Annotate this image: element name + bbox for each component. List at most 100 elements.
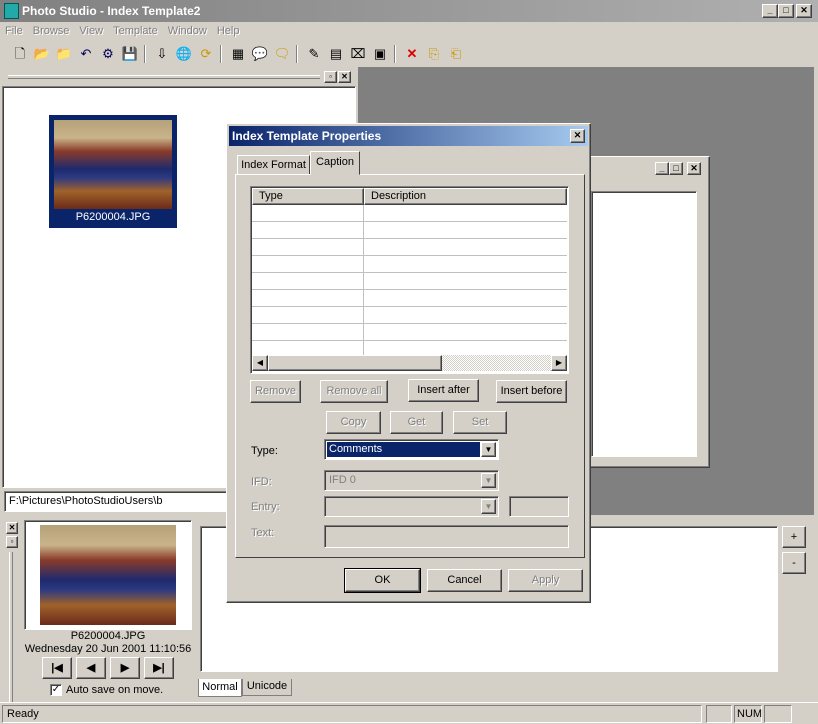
- column-header-type-label: Type: [259, 190, 283, 202]
- type-dropdown[interactable]: Comments ▼: [324, 439, 499, 460]
- cancel-button[interactable]: Cancel: [427, 569, 502, 592]
- restore-pane-button[interactable]: ▫: [324, 71, 337, 83]
- paste-icon[interactable]: ⎗: [446, 44, 466, 64]
- scroll-thumb[interactable]: [268, 355, 442, 371]
- menu-help[interactable]: Help: [212, 22, 245, 40]
- app-icon: [4, 3, 19, 19]
- preview-filename: P6200004.JPG: [70, 630, 146, 642]
- copy-icon[interactable]: ⎘: [424, 44, 444, 64]
- table-row[interactable]: [252, 290, 567, 307]
- chevron-down-icon[interactable]: ▼: [481, 442, 496, 457]
- first-image-button[interactable]: |◀: [42, 657, 72, 679]
- caption-icon[interactable]: 💬: [250, 44, 270, 64]
- column-header-description[interactable]: Description: [364, 188, 567, 205]
- tab-caption[interactable]: Caption: [310, 151, 360, 175]
- menu-template[interactable]: Template: [108, 22, 163, 40]
- preview-gripper[interactable]: [9, 552, 13, 702]
- monitor-icon[interactable]: ▣: [370, 44, 390, 64]
- grid-icon[interactable]: ▦: [228, 44, 248, 64]
- ifd-label: IFD:: [251, 476, 272, 488]
- child-minimize-button[interactable]: _: [655, 162, 669, 175]
- table-row[interactable]: [252, 222, 567, 239]
- previous-image-button[interactable]: ◀: [76, 657, 106, 679]
- entry-label: Entry:: [251, 501, 280, 513]
- column-header-type[interactable]: Type: [252, 188, 364, 205]
- text-field[interactable]: [324, 525, 569, 548]
- comments-icon[interactable]: 🗨: [272, 44, 292, 64]
- ifd-dropdown-value: IFD 0: [329, 474, 356, 486]
- pen-icon[interactable]: ✎: [304, 44, 324, 64]
- insert-after-button[interactable]: Insert after: [408, 379, 479, 402]
- zoom-out-button[interactable]: -: [782, 552, 806, 574]
- delete-icon[interactable]: ✕: [402, 44, 422, 64]
- table-row[interactable]: [252, 239, 567, 256]
- settings-icon[interactable]: ⚙: [98, 44, 118, 64]
- ok-button[interactable]: OK: [344, 568, 421, 593]
- entry-dropdown[interactable]: ▼: [324, 496, 499, 517]
- insert-before-button[interactable]: Insert before: [496, 380, 567, 403]
- entry-extra-field[interactable]: [509, 496, 569, 517]
- table-row[interactable]: [252, 205, 567, 222]
- ifd-dropdown[interactable]: IFD 0 ▼: [324, 470, 499, 491]
- child-maximize-button[interactable]: □: [669, 162, 683, 175]
- last-image-button[interactable]: ▶|: [144, 657, 174, 679]
- zoom-in-button[interactable]: +: [782, 526, 806, 548]
- template-child-window[interactable]: _ □ ✕: [580, 156, 710, 468]
- chevron-down-icon[interactable]: ▼: [481, 499, 496, 514]
- close-pane-button[interactable]: ✕: [338, 71, 351, 83]
- child-close-button[interactable]: ✕: [687, 162, 701, 175]
- app-title-bar: Photo Studio - Index Template2: [0, 0, 818, 22]
- caption-fields-table: Type Description ◀ ▶: [250, 186, 569, 374]
- thumbnail-item[interactable]: P6200004.JPG: [49, 115, 177, 228]
- scroll-right-button[interactable]: ▶: [551, 355, 567, 371]
- table-row[interactable]: [252, 256, 567, 273]
- autosave-checkbox[interactable]: ✓: [50, 684, 62, 696]
- tab-index-format[interactable]: Index Format: [237, 155, 310, 175]
- table-body[interactable]: [252, 205, 567, 358]
- close-button[interactable]: ✕: [796, 4, 812, 18]
- chevron-down-icon[interactable]: ▼: [481, 473, 496, 488]
- save-icon[interactable]: 💾: [120, 44, 140, 64]
- autosave-label: Auto save on move.: [66, 684, 164, 696]
- slideshow-icon[interactable]: ⌧: [348, 44, 368, 64]
- copy-button[interactable]: Copy: [326, 411, 381, 434]
- scroll-left-button[interactable]: ◀: [252, 355, 268, 371]
- menu-file[interactable]: File: [0, 22, 28, 40]
- undo-icon[interactable]: ↶: [76, 44, 96, 64]
- horizontal-scrollbar[interactable]: ◀ ▶: [252, 355, 567, 371]
- remove-all-button[interactable]: Remove all: [320, 380, 388, 403]
- type-dropdown-value: Comments: [327, 442, 480, 457]
- maximize-button[interactable]: □: [778, 4, 794, 18]
- menu-bar: File Browse View Template Window Help: [0, 22, 818, 41]
- apply-button[interactable]: Apply: [508, 569, 583, 592]
- globe-icon[interactable]: 🌐: [174, 44, 194, 64]
- preview-image-frame: [24, 520, 192, 630]
- open-image-icon[interactable]: 📁: [54, 44, 74, 64]
- preview-datetime: Wednesday 20 Jun 2001 11:10:56: [24, 643, 192, 655]
- set-button[interactable]: Set: [453, 411, 507, 434]
- table-row[interactable]: [252, 307, 567, 324]
- menu-window[interactable]: Window: [163, 22, 212, 40]
- preview-gripper-bar: ✕ ▫: [4, 518, 20, 708]
- preview-restore-button[interactable]: ▫: [6, 536, 18, 548]
- dialog-close-button[interactable]: ✕: [570, 129, 585, 143]
- menu-view[interactable]: View: [74, 22, 108, 40]
- tab-unicode[interactable]: Unicode: [242, 679, 292, 696]
- download-icon[interactable]: ⇩: [152, 44, 172, 64]
- table-icon[interactable]: ▤: [326, 44, 346, 64]
- table-row[interactable]: [252, 273, 567, 290]
- get-button[interactable]: Get: [390, 411, 443, 434]
- remove-button[interactable]: Remove: [250, 380, 301, 403]
- next-image-button[interactable]: ▶: [110, 657, 140, 679]
- app-title: Photo Studio - Index Template2: [22, 4, 201, 18]
- open-folder-icon[interactable]: 📂: [32, 44, 52, 64]
- new-icon[interactable]: 🗋: [10, 44, 30, 64]
- minimize-button[interactable]: _: [762, 4, 778, 18]
- refresh-icon[interactable]: ⟳: [196, 44, 216, 64]
- status-text: Ready: [7, 708, 39, 720]
- table-row[interactable]: [252, 324, 567, 341]
- tab-normal[interactable]: Normal: [198, 679, 242, 697]
- gripper[interactable]: [8, 75, 320, 79]
- menu-browse[interactable]: Browse: [28, 22, 75, 40]
- preview-close-button[interactable]: ✕: [6, 522, 18, 534]
